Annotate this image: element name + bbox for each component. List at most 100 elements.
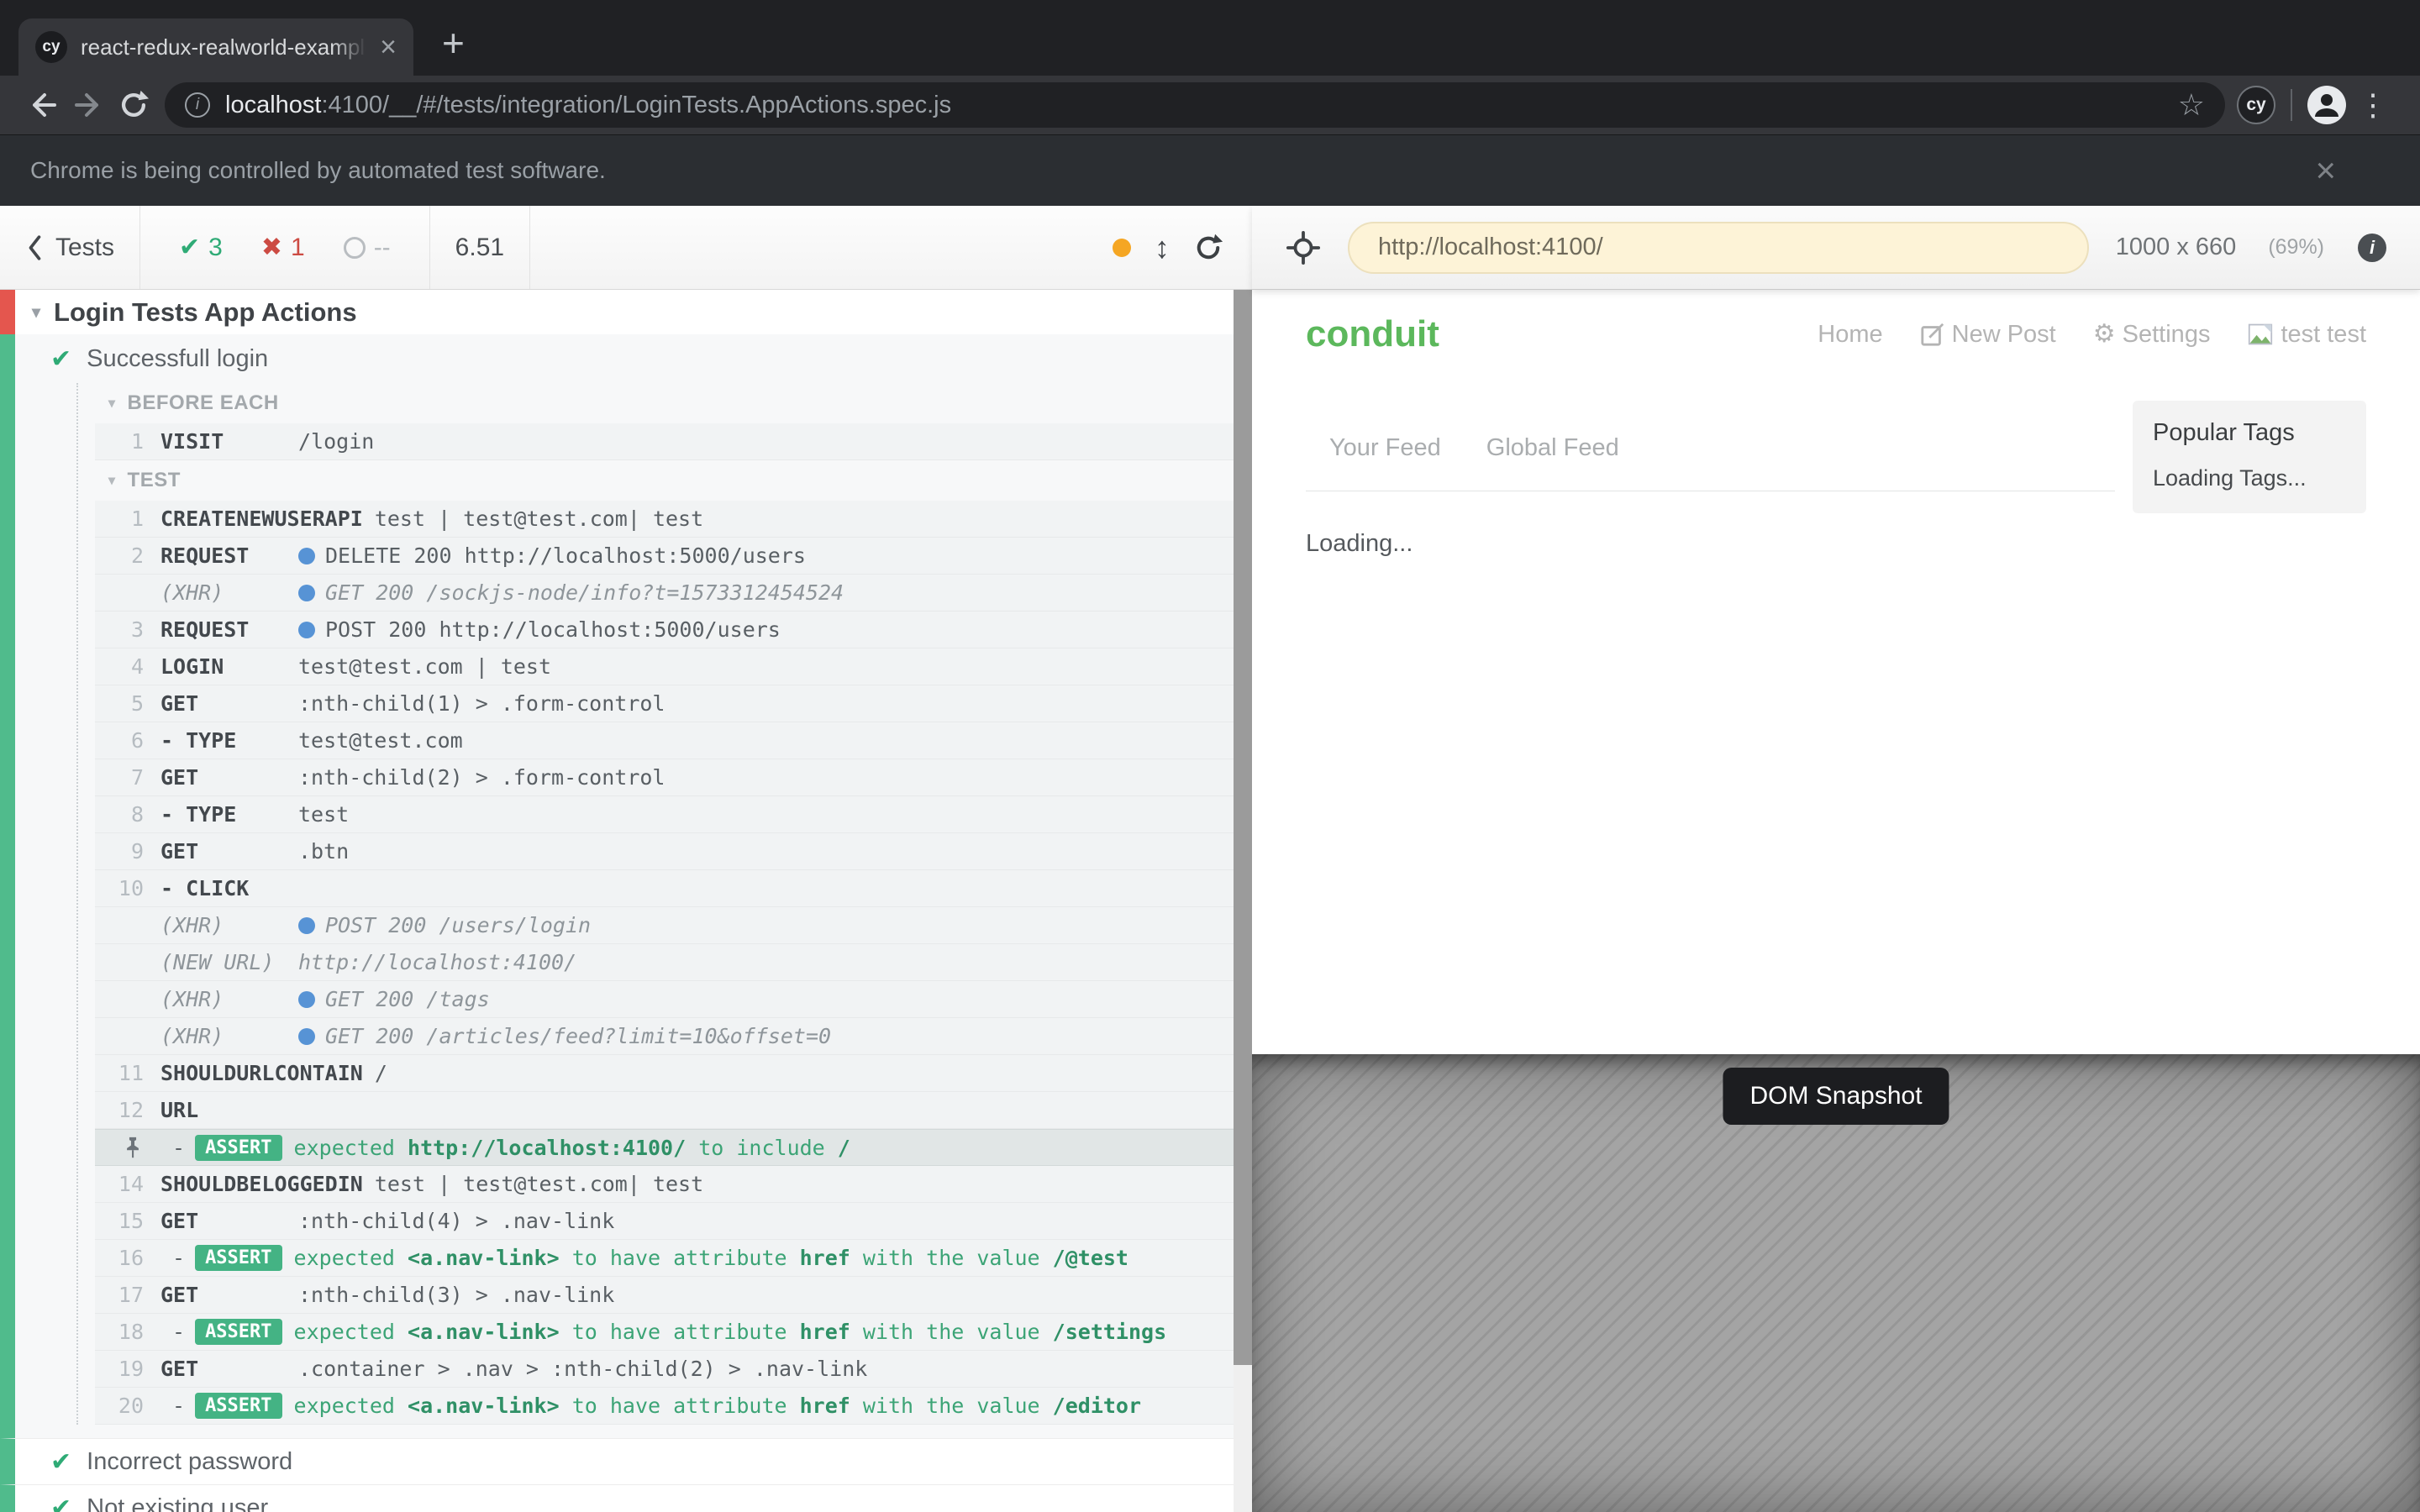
command-row[interactable]: 3REQUESTPOST 200 http://localhost:5000/u… [95,612,1234,648]
command-row[interactable]: -ASSERTexpected http://localhost:4100/ t… [95,1129,1234,1166]
command-message: /login [298,429,374,454]
command-number: 5 [95,691,144,716]
command-number: 11 [95,1061,144,1085]
toolbar-divider [2291,89,2292,121]
command-row[interactable]: (XHR)GET 200 /articles/feed?limit=10&off… [95,1018,1234,1055]
command-number: 3 [95,617,144,642]
command-row[interactable]: 11SHOULDURLCONTAIN/ [95,1055,1234,1092]
gear-icon: ⚙ [2093,322,2116,347]
command-method: VISIT [160,429,287,454]
reporter-panel: Tests ✔ 3 ✖ 1 -- 6.51 [0,206,1252,1512]
command-row[interactable]: 10- CLICK [95,870,1234,907]
browser-menu-icon[interactable]: ⋮ [2346,90,2400,120]
command-row[interactable]: 1 VISIT/login [95,423,1234,460]
bookmark-star-icon[interactable]: ☆ [2178,90,2205,120]
command-row[interactable]: (NEW URL)http://localhost:4100/ [95,944,1234,981]
command-message: test [298,802,349,827]
tab-close-icon[interactable]: × [380,33,397,61]
command-row[interactable]: 18-ASSERTexpected <a.nav-link> to have a… [95,1314,1234,1351]
new-tab-button[interactable]: + [442,24,465,62]
command-method: GET [160,1283,287,1307]
command-row[interactable]: (XHR)POST 200 /users/login [95,907,1234,944]
command-row[interactable]: 12URL [95,1092,1234,1129]
network-request-dot-icon [298,548,315,564]
assert-dash: - [172,1136,185,1160]
command-row[interactable]: 14SHOULDBELOGGEDINtest | test@test.com| … [95,1166,1234,1203]
duration-cell: 6.51 [430,206,530,289]
conduit-nav-test-test[interactable]: test test [2247,321,2366,349]
command-row[interactable]: 2REQUESTDELETE 200 http://localhost:5000… [95,538,1234,575]
command-method: (XHR) [160,987,287,1011]
suite-header[interactable]: ▾ Login Tests App Actions [0,290,1234,334]
passed-count: 3 [208,234,223,262]
command-method: SHOULDBELOGGEDIN [160,1172,363,1196]
forward-icon[interactable] [66,82,111,128]
suite-title: Login Tests App Actions [54,297,357,328]
test-passed-check-icon: ✔ [50,1494,71,1512]
conduit-brand[interactable]: conduit [1306,313,1439,355]
scroll-updown-icon[interactable]: ↕ [1155,230,1170,265]
site-info-icon[interactable]: i [185,92,210,118]
command-row[interactable]: 17GET:nth-child(3) > .nav-link [95,1277,1234,1314]
banner-close-icon[interactable]: × [2315,153,2336,188]
popular-tags-title: Popular Tags [2153,419,2346,447]
feed-tab-your-feed[interactable]: Your Feed [1329,434,1441,462]
conduit-nav-home[interactable]: Home [1818,321,1882,349]
feed-tabs: Your Feed Global Feed [1306,417,2115,491]
reload-icon[interactable] [111,82,156,128]
aut-url-field[interactable]: http://localhost:4100/ [1348,222,2089,274]
aut-url-text: http://localhost:4100/ [1378,234,1603,261]
viewport-info-icon[interactable]: i [2358,234,2386,262]
command-row[interactable]: 5GET:nth-child(1) > .form-control [95,685,1234,722]
back-to-tests-button[interactable]: Tests [0,206,140,289]
cypress-extension-badge[interactable]: cy [2237,86,2275,124]
command-number: 1 [95,429,144,454]
command-row[interactable]: (XHR)GET 200 /tags [95,981,1234,1018]
section-collapse-icon[interactable]: ▾ [108,472,116,489]
browser-tab[interactable]: cy react-redux-realworld-example × [18,18,413,76]
dom-snapshot-area: DOM Snapshot [1252,1054,2420,1512]
collapsed-test-not-existing-user[interactable]: ✔Not existing user [0,1484,1234,1512]
feed-tab-global-feed[interactable]: Global Feed [1486,434,1619,462]
conduit-nav-new-post[interactable]: New Post [1920,321,2056,349]
command-method: (XHR) [160,913,287,937]
test-title-row[interactable]: ✔ Successfull login [15,334,1234,383]
command-row[interactable]: 16-ASSERTexpected <a.nav-link> to have a… [95,1240,1234,1277]
section-test[interactable]: ▾ TEST [108,460,1234,501]
profile-avatar-icon[interactable] [2307,86,2346,124]
command-log: ▾ BEFORE EACH 1 VISIT/login ▾ TEST 1CREAT… [76,383,1234,1425]
section-before-each[interactable]: ▾ BEFORE EACH [108,383,1234,423]
address-bar[interactable]: i localhost:4100/__/#/tests/integration/… [165,82,2225,128]
command-row[interactable]: 20-ASSERTexpected <a.nav-link> to have a… [95,1388,1234,1425]
stage-header: http://localhost:4100/ 1000 x 660 (69%) … [1252,206,2420,290]
command-row[interactable]: 8- TYPEtest [95,796,1234,833]
command-row[interactable]: 1CREATENEWUSERAPItest | test@test.com| t… [95,501,1234,538]
conduit-nav-label: test test [2281,321,2366,349]
rerun-tests-icon[interactable] [1193,233,1223,263]
back-icon[interactable] [20,82,66,128]
reporter-scrollbar[interactable] [1234,290,1252,1512]
command-row[interactable]: 15GET:nth-child(4) > .nav-link [95,1203,1234,1240]
command-number: 15 [95,1209,144,1233]
command-row[interactable]: (XHR)GET 200 /sockjs-node/info?t=1573312… [95,575,1234,612]
command-row[interactable]: 7GET:nth-child(2) > .form-control [95,759,1234,796]
command-row[interactable]: 4LOGINtest@test.com | test [95,648,1234,685]
section-collapse-icon[interactable]: ▾ [108,395,116,412]
command-number: 14 [95,1172,144,1196]
pin-icon[interactable] [95,1135,144,1160]
command-number: 20 [95,1394,144,1418]
conduit-nav-settings[interactable]: ⚙Settings [2093,321,2211,349]
stat-pending: -- [344,234,391,262]
command-row[interactable]: 9GET.btn [95,833,1234,870]
collapsed-test-incorrect-password[interactable]: ✔Incorrect password [0,1438,1234,1484]
test-title: Successfull login [87,345,268,373]
feed-loading-text: Loading... [1306,530,2115,558]
command-number: 9 [95,839,144,864]
command-row[interactable]: 6- TYPEtest@test.com [95,722,1234,759]
scrollbar-thumb[interactable] [1234,290,1252,1365]
selector-playground-icon[interactable] [1286,230,1321,265]
command-row[interactable]: 19GET.container > .nav > :nth-child(2) >… [95,1351,1234,1388]
autoscroll-dot-icon[interactable] [1113,239,1131,257]
conduit-header: conduit Home New Post ⚙Settings test test [1306,313,2366,355]
suite-collapse-icon[interactable]: ▾ [32,302,40,323]
